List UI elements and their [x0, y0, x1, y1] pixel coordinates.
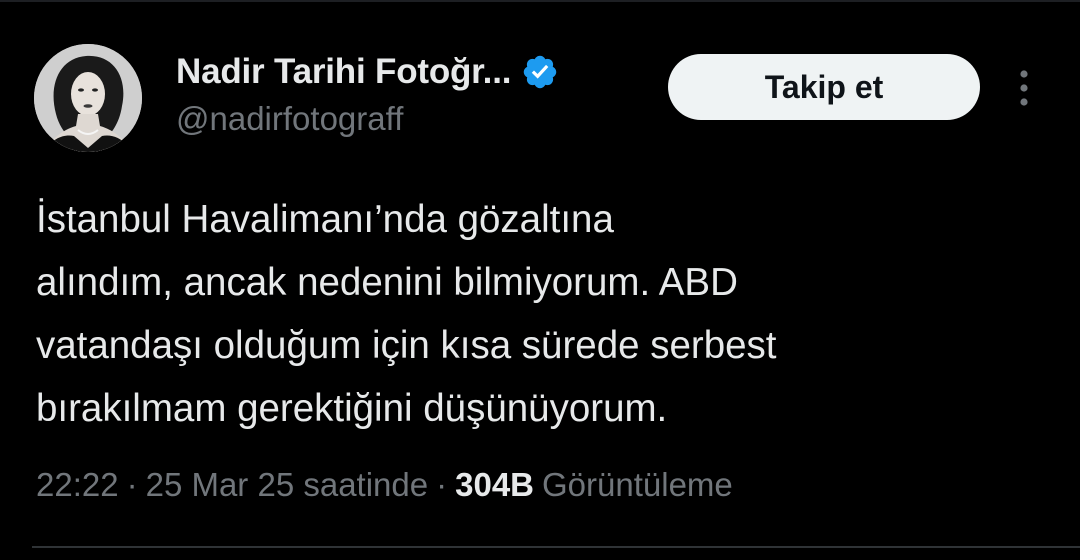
views-label: Görüntüleme: [542, 466, 733, 503]
views-count: 304B: [455, 466, 534, 503]
more-options-button[interactable]: [1004, 66, 1044, 110]
author-handle[interactable]: @nadirfotograff: [176, 100, 403, 138]
author-name-row: Nadir Tarihi Fotoğr...: [176, 50, 559, 94]
tweet-text: İstanbul Havalimanı’nda gözaltına alındı…: [36, 198, 777, 430]
tweet-date[interactable]: 25 Mar 25 saatinde: [146, 466, 429, 504]
avatar[interactable]: [34, 44, 142, 152]
bottom-divider: [32, 546, 1080, 548]
vertical-dots-icon: [1020, 70, 1028, 106]
follow-button[interactable]: Takip et: [668, 54, 980, 120]
tweet-time[interactable]: 22:22: [36, 466, 119, 504]
author-display-name[interactable]: Nadir Tarihi Fotoğr...: [176, 52, 511, 92]
meta-separator: ·: [126, 466, 138, 503]
portrait-avatar-icon: [34, 44, 142, 152]
verified-badge-icon[interactable]: [521, 53, 559, 91]
top-divider: [0, 0, 1080, 2]
tweet-meta: 22:22 · 25 Mar 25 saatinde · 304B Görünt…: [36, 460, 733, 510]
meta-separator: ·: [436, 466, 448, 503]
